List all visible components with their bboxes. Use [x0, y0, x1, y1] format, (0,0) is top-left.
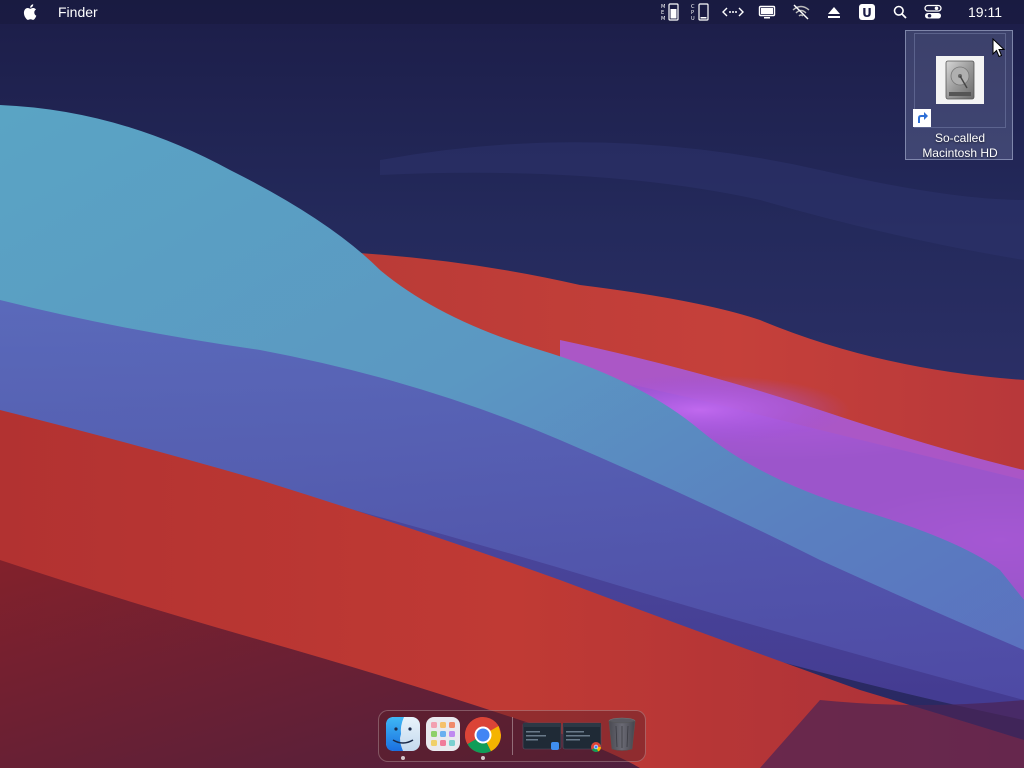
- eject-icon[interactable]: [818, 0, 850, 24]
- u-app-icon[interactable]: U: [850, 0, 884, 24]
- cpu-monitor-icon[interactable]: C P U: [686, 0, 716, 24]
- svg-text:U: U: [862, 6, 872, 20]
- minimized-finder-window[interactable]: [522, 717, 562, 757]
- dock-divider: [512, 717, 513, 755]
- apple-menu-icon[interactable]: [20, 2, 40, 22]
- wifi-off-icon[interactable]: [784, 0, 818, 24]
- menu-bar-clock[interactable]: 19:11: [968, 4, 1002, 20]
- dock-minimized-windows: [522, 717, 602, 757]
- mouse-cursor-icon: [992, 38, 1006, 58]
- desktop: Finder M E M C P U U 19:11 So-called Mac…: [0, 0, 1024, 768]
- desktop-icon-label[interactable]: So-called Macintosh HD: [906, 131, 1014, 161]
- display-icon[interactable]: [750, 0, 784, 24]
- menu-bar: Finder M E M C P U U 19:11: [0, 0, 1024, 24]
- memory-monitor-icon[interactable]: M E M: [656, 0, 686, 24]
- wallpaper: [0, 105, 1024, 768]
- network-activity-icon[interactable]: [716, 0, 750, 24]
- dock-chrome-icon[interactable]: [464, 716, 502, 754]
- active-app-menu[interactable]: Finder: [58, 4, 98, 20]
- minimized-chrome-window[interactable]: [562, 717, 602, 757]
- control-center-icon[interactable]: [916, 0, 950, 24]
- dock-launchpad-icon[interactable]: [425, 716, 461, 752]
- svg-text:U: U: [691, 16, 695, 22]
- dock-running-indicator: [481, 756, 485, 760]
- svg-text:M: M: [661, 16, 665, 22]
- dock: [378, 710, 646, 762]
- dock-running-indicator: [401, 756, 405, 760]
- dock-trash-icon[interactable]: [605, 716, 641, 752]
- hard-drive-icon: [936, 56, 984, 104]
- dock-finder-icon[interactable]: [385, 716, 421, 752]
- search-icon[interactable]: [884, 0, 916, 24]
- shortcut-arrow-icon: [913, 109, 931, 127]
- status-menu-items: M E M C P U U 19:11: [656, 0, 1024, 24]
